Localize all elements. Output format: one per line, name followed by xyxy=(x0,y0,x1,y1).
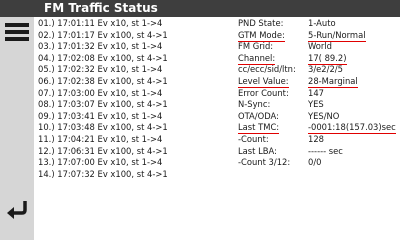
status-value: YES xyxy=(308,99,324,110)
status-label: Channel: xyxy=(238,52,276,65)
status-label: FM Grid: xyxy=(238,41,274,52)
event-log-entry: 03.) 17:01:32 Ev x10, st 1->4 xyxy=(38,41,163,52)
back-arrow-icon xyxy=(7,201,27,219)
event-log-entry: 13.) 17:07:00 Ev x10, st 1->4 xyxy=(38,157,163,168)
status-value: 3/e2/2/5 xyxy=(308,64,343,75)
status-value: 1-Auto xyxy=(308,18,336,28)
sidebar xyxy=(0,17,34,240)
event-log-entry: 09.) 17:03:41 Ev x10, st 1->4 xyxy=(38,110,163,121)
status-value: YES/NO xyxy=(308,110,340,121)
status-row-cc-ecc: cc/ecc/sid/ltn: 3/e2/2/5 xyxy=(238,64,398,76)
status-value: 5-Run/Normal xyxy=(308,29,366,42)
back-button[interactable] xyxy=(5,198,29,222)
title-bar: FM Traffic Status xyxy=(0,0,400,17)
status-label: cc/ecc/sid/ltn: xyxy=(238,64,296,75)
status-label: OTA/ODA: xyxy=(238,110,279,121)
status-label: GTM Mode: xyxy=(238,29,285,42)
event-log-entry: 04.) 17:02:08 Ev x100, st 4->1 xyxy=(38,52,168,63)
status-label: Level Value: xyxy=(238,75,289,88)
status-value: World xyxy=(308,41,332,52)
status-label: PND State: xyxy=(238,18,284,28)
status-row-level-value: Level Value: 28-Marginal xyxy=(238,76,398,88)
status-list: PND State: 1-Auto GTM Mode: 5-Run/Normal… xyxy=(238,18,398,169)
event-log-entry: 07.) 17:03:00 Ev x10, st 1->4 xyxy=(38,87,163,98)
event-log-entry: 11.) 17:04:21 Ev x10, st 1->4 xyxy=(38,133,163,144)
status-row-fm-grid: FM Grid: World xyxy=(238,41,398,53)
status-row-count-3-12: -Count 3/12: 0/0 xyxy=(238,157,398,169)
event-log-entry: 10.) 17:03:48 Ev x100, st 4->1 xyxy=(38,122,168,133)
status-row-channel: Channel: 17( 89.2) xyxy=(238,53,398,65)
status-label: Last TMC: xyxy=(238,122,280,135)
hamburger-menu-icon xyxy=(5,23,29,41)
status-label: Last LBA: xyxy=(238,145,277,156)
event-log-entry: 06.) 17:02:38 Ev x100, st 4->1 xyxy=(38,75,168,86)
event-log-list: 01.) 17:01:11 Ev x10, st 1->4 02.) 17:01… xyxy=(38,18,236,180)
status-label: N-Sync: xyxy=(238,99,271,110)
status-value: ------ sec xyxy=(308,145,343,156)
status-value: -0001:18(157.03)sec xyxy=(308,122,396,135)
status-value: 147 xyxy=(308,87,324,98)
event-log-entry: 01.) 17:01:11 Ev x10, st 1->4 xyxy=(38,18,163,28)
status-row-gtm-mode: GTM Mode: 5-Run/Normal xyxy=(238,30,398,42)
event-log-entry: 14.) 17:07:32 Ev x100, st 4->1 xyxy=(38,168,168,179)
status-row-last-tmc: Last TMC: -0001:18(157.03)sec xyxy=(238,122,398,135)
traffic-status-panel: 01.) 17:01:11 Ev x10, st 1->4 02.) 17:01… xyxy=(34,17,400,240)
status-row-ota-oda: OTA/ODA: YES/NO xyxy=(238,111,398,123)
status-row-pnd-state: PND State: 1-Auto xyxy=(238,18,398,30)
status-row-count: -Count: 128 xyxy=(238,134,398,146)
status-row-error-count: Error Count: 147 xyxy=(238,88,398,100)
menu-button[interactable] xyxy=(4,21,30,43)
status-value: 28-Marginal xyxy=(308,75,358,88)
status-label: Error Count: xyxy=(238,87,289,98)
event-log-entry: 05.) 17:02:32 Ev x10, st 1->4 xyxy=(38,64,163,75)
page-title: FM Traffic Status xyxy=(44,1,158,15)
status-row-n-sync: N-Sync: YES xyxy=(238,99,398,111)
status-value: 128 xyxy=(308,133,324,144)
status-label: -Count: xyxy=(238,133,269,144)
event-log-entry: 08.) 17:03:07 Ev x100, st 4->1 xyxy=(38,99,168,110)
event-log-entry: 12.) 17:06:31 Ev x100, st 4->1 xyxy=(38,145,168,156)
event-log-entry: 02.) 17:01:17 Ev x100, st 4->1 xyxy=(38,29,168,40)
status-label: -Count 3/12: xyxy=(238,157,291,168)
status-row-last-lba: Last LBA: ------ sec xyxy=(238,146,398,158)
status-value: 17( 89.2) xyxy=(308,52,347,65)
status-value: 0/0 xyxy=(308,157,322,168)
